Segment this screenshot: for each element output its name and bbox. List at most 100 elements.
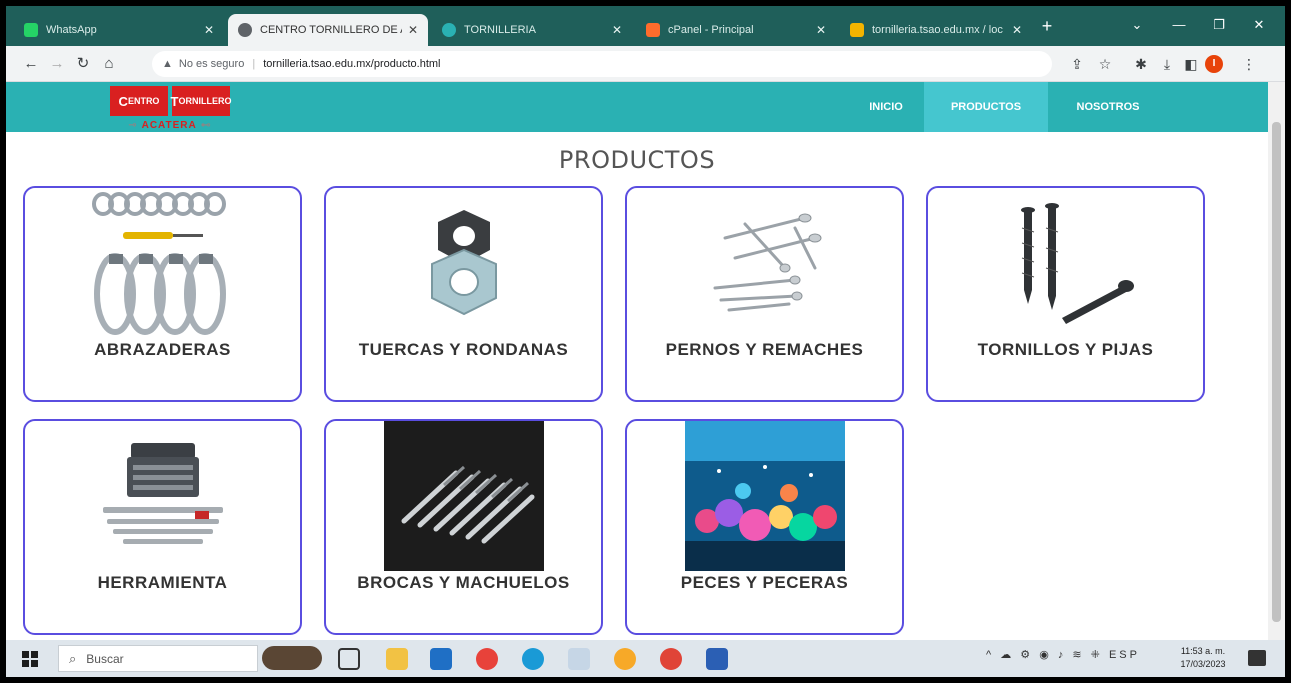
toolbox-image bbox=[102, 443, 223, 544]
site-logo[interactable]: C ENTRO T ORNILLERO ⊸ ACATERA ⊷ bbox=[110, 86, 232, 140]
address-bar[interactable]: ▲ No es seguro | tornilleria.tsao.edu.mx… bbox=[152, 51, 1052, 77]
chrome-icon[interactable] bbox=[476, 648, 498, 670]
tab-label: TORNILLERIA bbox=[464, 24, 536, 36]
close-icon[interactable]: ✕ bbox=[204, 23, 214, 37]
extensions-icon[interactable]: ✱ bbox=[1130, 53, 1152, 75]
product-card-pernos[interactable]: PERNOS Y REMACHES bbox=[625, 186, 904, 402]
close-icon[interactable]: ✕ bbox=[612, 23, 622, 37]
close-icon[interactable]: ✕ bbox=[816, 23, 826, 37]
product-name: ABRAZADERAS bbox=[94, 340, 231, 359]
security-label: No es seguro bbox=[178, 58, 245, 70]
bolt-icon: ⊷ bbox=[200, 119, 212, 131]
system-tray[interactable]: ^ ☁ ⚙ ◉ ♪ ≋ ⁜ ESP bbox=[986, 648, 1140, 661]
edge-icon[interactable] bbox=[522, 648, 544, 670]
logo-right-text: ORNILLERO bbox=[178, 96, 232, 106]
cpanel-icon bbox=[646, 23, 660, 37]
news-widget-icon[interactable] bbox=[262, 646, 322, 670]
tab-centro-tornillero[interactable]: CENTRO TORNILLERO DE AC ✕ bbox=[228, 14, 428, 46]
address-separator: | bbox=[252, 58, 256, 70]
product-card-abrazaderas[interactable]: ABRAZADERAS bbox=[23, 186, 302, 402]
whatsapp-icon bbox=[24, 23, 38, 37]
share-icon[interactable]: ⇪ bbox=[1066, 53, 1088, 75]
tab-label: cPanel - Principal bbox=[668, 24, 754, 36]
chrome-profile-icon[interactable] bbox=[660, 648, 682, 670]
notification-icon[interactable] bbox=[1248, 650, 1266, 666]
reload-icon[interactable]: ↻ bbox=[72, 53, 94, 75]
site-navbar: C ENTRO T ORNILLERO ⊸ ACATERA ⊷ INICIO PRO… bbox=[6, 82, 1268, 132]
product-card-tuercas[interactable]: TUERCAS Y RONDANAS bbox=[324, 186, 603, 402]
taskbar-clock[interactable]: 11:53 a. m. 17/03/2023 bbox=[1178, 645, 1228, 671]
file-explorer-icon[interactable] bbox=[386, 648, 408, 670]
logo-sub-text: ACATERA bbox=[141, 119, 197, 131]
page-scrollbar[interactable] bbox=[1268, 82, 1285, 640]
forward-icon[interactable]: → bbox=[46, 53, 68, 75]
bookmark-star-icon[interactable]: ☆ bbox=[1094, 53, 1116, 75]
logo-right-block: T ORNILLERO bbox=[170, 86, 232, 116]
product-card-brocas[interactable]: BROCAS Y MACHUELOS bbox=[324, 419, 603, 635]
nav-productos[interactable]: PRODUCTOS bbox=[924, 82, 1048, 132]
product-card-tornillos[interactable]: TORNILLOS Y PIJAS bbox=[926, 186, 1205, 402]
product-card-peces[interactable]: PECES Y PECERAS bbox=[625, 419, 904, 635]
nav-nosotros[interactable]: NOSOTROS bbox=[1048, 82, 1168, 132]
tab-label: CENTRO TORNILLERO DE AC bbox=[260, 24, 402, 36]
globe-icon bbox=[238, 23, 252, 37]
close-window-icon[interactable]: ✕ bbox=[1246, 14, 1272, 36]
page-title: PRODUCTOS bbox=[558, 146, 716, 174]
home-icon[interactable]: ⌂ bbox=[98, 53, 120, 75]
globe-icon bbox=[442, 23, 456, 37]
page-viewport: C ENTRO T ORNILLERO ⊸ ACATERA ⊷ INICIO PRO… bbox=[6, 82, 1268, 640]
rivets-image bbox=[713, 213, 821, 312]
nav-inicio[interactable]: INICIO bbox=[848, 82, 924, 132]
clock-date: 17/03/2023 bbox=[1180, 659, 1226, 669]
chrome-canary-icon[interactable] bbox=[614, 648, 636, 670]
tab-whatsapp[interactable]: WhatsApp ✕ bbox=[14, 14, 224, 46]
browser-tabstrip: WhatsApp ✕ CENTRO TORNILLERO DE AC ✕ TOR… bbox=[6, 6, 1285, 46]
tab-tornilleria[interactable]: TORNILLERIA ✕ bbox=[432, 14, 632, 46]
taskbar: ⌕ Buscar ^ ☁ ⚙ ◉ ♪ ≋ ⁜ ESP 11:53 a. m. 1… bbox=[6, 640, 1285, 677]
menu-icon[interactable]: ⋮ bbox=[1238, 53, 1260, 75]
browser-toolbar: ← → ↻ ⌂ ▲ No es seguro | tornilleria.tsa… bbox=[6, 46, 1285, 82]
bolt-icon: ⊸ bbox=[128, 119, 138, 131]
word-icon[interactable] bbox=[706, 648, 728, 670]
warning-icon: ▲ bbox=[162, 58, 173, 70]
product-name: TORNILLOS Y PIJAS bbox=[977, 340, 1154, 359]
product-name: HERRAMIENTA bbox=[97, 573, 228, 592]
hex-nuts-image bbox=[430, 210, 497, 316]
product-name: TUERCAS Y RONDANAS bbox=[358, 340, 569, 359]
logo-left-text: ENTRO bbox=[127, 96, 160, 106]
product-name: BROCAS Y MACHUELOS bbox=[357, 573, 570, 592]
store-icon[interactable] bbox=[430, 648, 452, 670]
task-view-icon[interactable] bbox=[338, 648, 360, 670]
drill-bits-image bbox=[383, 421, 544, 571]
restore-icon[interactable]: ❐ bbox=[1206, 14, 1232, 36]
download-icon[interactable]: ⤓ bbox=[1156, 53, 1178, 75]
tab-label: WhatsApp bbox=[46, 24, 97, 36]
photos-icon[interactable] bbox=[568, 648, 590, 670]
logo-right-cap: T bbox=[170, 93, 179, 109]
sidepanel-icon[interactable]: ◧ bbox=[1180, 53, 1202, 75]
scrollbar-thumb[interactable] bbox=[1272, 122, 1281, 622]
windows-start-icon[interactable] bbox=[22, 651, 38, 667]
new-tab-button[interactable]: + bbox=[1036, 16, 1058, 38]
close-icon[interactable]: ✕ bbox=[1012, 23, 1022, 37]
close-icon[interactable]: ✕ bbox=[408, 23, 418, 37]
tab-search-icon[interactable]: ⌄ bbox=[1124, 14, 1150, 36]
search-icon: ⌕ bbox=[69, 650, 77, 666]
tab-phpmyadmin[interactable]: tornilleria.tsao.edu.mx / loc ✕ bbox=[840, 14, 1032, 46]
minimize-icon[interactable]: — bbox=[1166, 14, 1192, 36]
clock-time: 11:53 a. m. bbox=[1180, 646, 1226, 656]
logo-subtitle: ⊸ ACATERA ⊷ bbox=[110, 118, 230, 132]
logo-left-block: C ENTRO bbox=[110, 86, 168, 116]
logo-left-cap: C bbox=[118, 93, 128, 109]
search-placeholder: Buscar bbox=[86, 651, 124, 666]
tab-label: tornilleria.tsao.edu.mx / loc bbox=[872, 24, 1003, 36]
hose-clamps-image bbox=[91, 192, 226, 335]
tab-cpanel[interactable]: cPanel - Principal ✕ bbox=[636, 14, 836, 46]
url-text: tornilleria.tsao.edu.mx/producto.html bbox=[263, 58, 441, 70]
screws-image bbox=[1020, 203, 1134, 324]
product-card-herramienta[interactable]: HERRAMIENTA bbox=[23, 419, 302, 635]
taskbar-search[interactable]: ⌕ Buscar bbox=[58, 645, 258, 672]
product-name: PERNOS Y REMACHES bbox=[665, 340, 864, 359]
back-icon[interactable]: ← bbox=[20, 53, 42, 75]
profile-avatar[interactable]: I bbox=[1205, 55, 1223, 73]
